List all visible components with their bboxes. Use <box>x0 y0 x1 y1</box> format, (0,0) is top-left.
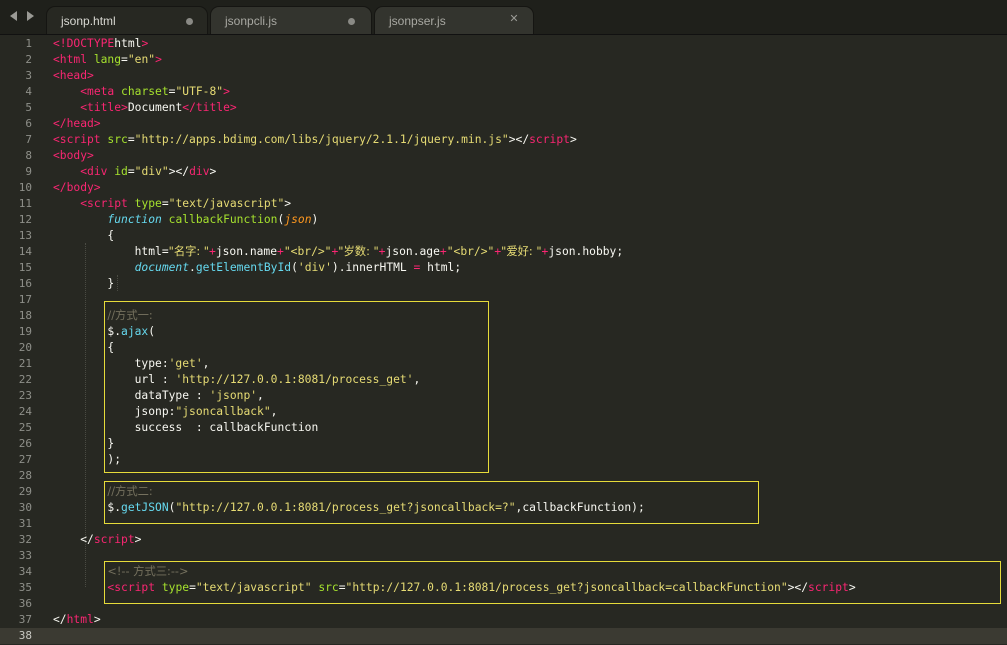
line-number: 1 <box>25 37 32 50</box>
line-number: 7 <box>25 133 32 146</box>
line-number: 23 <box>18 389 32 402</box>
line-number: 18 <box>18 309 32 322</box>
line-number: 28 <box>18 469 32 482</box>
line-number: 25 <box>18 421 32 434</box>
highlight-box-method-one <box>104 301 489 473</box>
code-line: } <box>53 277 115 290</box>
tab-label: jsonp.html <box>61 14 116 28</box>
line-number: 20 <box>18 341 32 354</box>
line-number: 9 <box>25 165 32 178</box>
close-icon[interactable]: ✕ <box>509 13 519 25</box>
line-number: 38 <box>18 629 32 642</box>
code-line: <meta charset="UTF-8"> <box>80 85 230 98</box>
code-line: <div id="div"></div> <box>80 165 217 178</box>
line-number: 29 <box>18 485 32 498</box>
line-number: 37 <box>18 613 32 626</box>
code-editor[interactable]: 1 2 3 4 5 6 7 8 9 10 11 12 13 14 15 16 17 18 19 20 21 22 23 24 2… <box>0 35 1007 645</box>
code-line: function callbackFunction(json) <box>107 213 319 226</box>
line-number: 6 <box>25 117 32 130</box>
line-number: 8 <box>25 149 32 162</box>
indent-guide <box>117 275 118 291</box>
code-line: <!DOCTYPEhtml> <box>53 37 149 50</box>
code-line: <html lang="en"> <box>53 53 162 66</box>
line-number-gutter: 1 2 3 4 5 6 7 8 9 10 11 12 13 14 15 16 17 18 19 20 21 22 23 24 2… <box>0 35 45 645</box>
tab-label: jsonpser.js <box>389 14 446 28</box>
line-number: 33 <box>18 549 32 562</box>
tab-bar: jsonp.html jsonpcli.js jsonpser.js ✕ <box>0 0 1007 35</box>
line-number: 36 <box>18 597 32 610</box>
code-line: <title>Document</title> <box>80 101 237 114</box>
code-line: <script type="text/javascript"> <box>80 197 292 210</box>
line-number: 26 <box>18 437 32 450</box>
tab-jsonpcli-js[interactable]: jsonpcli.js <box>210 6 372 34</box>
line-number: 22 <box>18 373 32 386</box>
tab-jsonpser-js[interactable]: jsonpser.js ✕ <box>374 6 534 34</box>
tab-jsonp-html[interactable]: jsonp.html <box>46 6 208 34</box>
line-number: 21 <box>18 357 32 370</box>
line-number: 13 <box>18 229 32 242</box>
line-number: 16 <box>18 277 32 290</box>
code-line: </body> <box>53 181 101 194</box>
line-number: 2 <box>25 53 32 66</box>
line-number: 17 <box>18 293 32 306</box>
line-number: 14 <box>18 245 32 258</box>
line-number: 35 <box>18 581 32 594</box>
code-line: html="名字: "+json.name+"<br/>"+"岁数: "+jso… <box>53 245 624 258</box>
unsaved-dot-icon[interactable] <box>348 18 355 25</box>
line-number: 27 <box>18 453 32 466</box>
code-line: { <box>53 229 115 242</box>
line-number: 5 <box>25 101 32 114</box>
line-number: 34 <box>18 565 32 578</box>
nav-back-icon[interactable] <box>10 11 17 21</box>
line-number: 3 <box>25 69 32 82</box>
code-line: <body> <box>53 149 94 162</box>
nav-forward-icon[interactable] <box>27 11 34 21</box>
line-number: 4 <box>25 85 32 98</box>
code-line: document.getElementById('div').innerHTML… <box>134 261 462 274</box>
unsaved-dot-icon[interactable] <box>186 18 193 25</box>
code-line: <script src="http://apps.bdimg.com/libs/… <box>53 133 577 146</box>
line-number: 10 <box>18 181 32 194</box>
line-number: 32 <box>18 533 32 546</box>
line-number: 11 <box>18 197 32 210</box>
tab-label: jsonpcli.js <box>225 14 278 28</box>
current-line-highlight <box>0 628 1007 644</box>
code-line: </head> <box>53 117 101 130</box>
code-line: </script> <box>53 533 142 546</box>
line-number: 19 <box>18 325 32 338</box>
code-line: </html> <box>53 613 101 626</box>
highlight-box-method-two <box>104 481 759 524</box>
line-number: 30 <box>18 501 32 514</box>
line-number: 12 <box>18 213 32 226</box>
highlight-box-method-three <box>104 561 1001 604</box>
line-number: 31 <box>18 517 32 530</box>
code-line: <head> <box>53 69 94 82</box>
line-number: 15 <box>18 261 32 274</box>
line-number: 24 <box>18 405 32 418</box>
